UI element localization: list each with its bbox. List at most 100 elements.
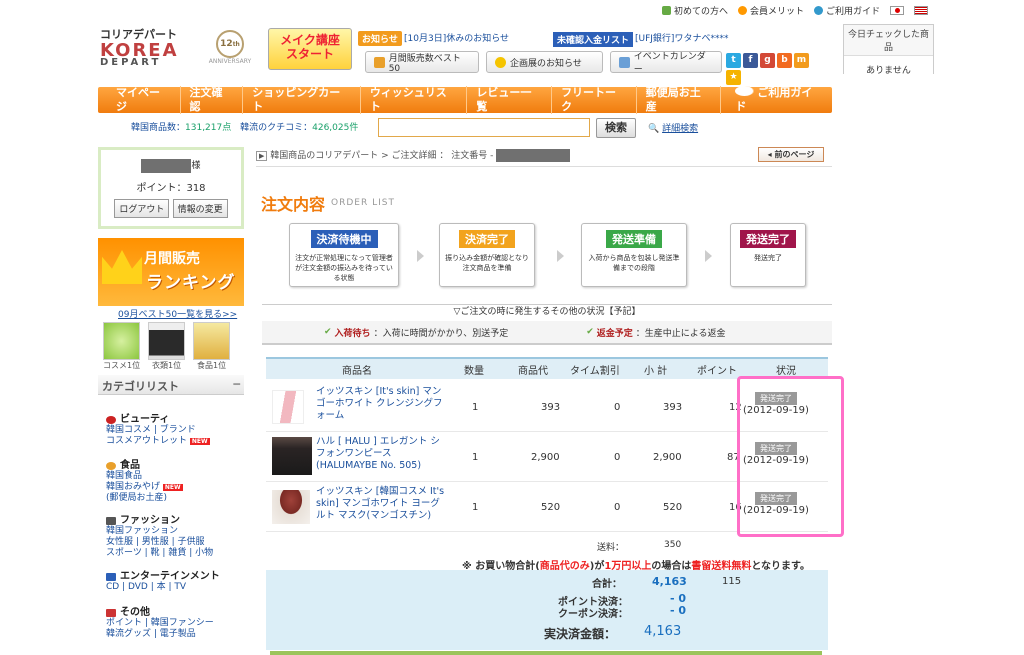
thumb-cosme[interactable]: コスメ1位 xyxy=(103,322,140,371)
step-arrow xyxy=(705,250,712,262)
other-status-header: ▽ご注文の時に発生するその他の状況【予記】 xyxy=(262,304,832,320)
new-badge: NEW xyxy=(189,438,210,445)
nav-mypage[interactable]: マイページ xyxy=(98,86,181,114)
divider xyxy=(256,166,832,167)
blog-icon[interactable]: b xyxy=(777,53,792,68)
status-highlight-box xyxy=(737,376,844,537)
guide-link[interactable]: ご利用ガイド xyxy=(813,4,880,17)
member-merit-link[interactable]: 会員メリット xyxy=(737,4,804,17)
food-icon xyxy=(106,461,116,470)
redacted-order-number xyxy=(496,149,571,162)
product-image[interactable] xyxy=(272,490,310,524)
product-link[interactable]: ハル [ HALU ] エレガント シフォンワンピース (HALUMAYBE N… xyxy=(316,436,446,472)
step-arrow xyxy=(557,250,564,262)
calendar-icon xyxy=(619,56,630,68)
nav-wishlist[interactable]: ウィッシュリスト xyxy=(361,86,468,114)
main-nav: マイページ 注文確認 ショッピングカート ウィッシュリスト レビュー一覧 フリー… xyxy=(98,86,832,114)
step-awaiting-payment: 決済待機中 注文が正常処理になって管理者が注文金額の振込みを待っている状態 xyxy=(289,223,399,287)
ranking-thumbs: コスメ1位 衣類1位 食品1位 xyxy=(103,322,231,371)
unconfirmed-tag: 未確認入金リスト xyxy=(553,32,634,47)
exhibition-button[interactable]: 企画展のお知らせ xyxy=(486,51,603,73)
edit-info-button[interactable]: 情報の変更 xyxy=(172,198,228,218)
check-icon: ✔ xyxy=(586,327,594,337)
other-status-bar: ✔ 入荷待ち ：入荷に時間がかかり、別送予定 ✔ 返金予定 ：生産中止による返金 xyxy=(262,321,832,345)
googleplus-icon[interactable]: g xyxy=(760,53,775,68)
favorite-star-icon[interactable]: ★ xyxy=(726,70,741,85)
star-icon xyxy=(495,56,506,68)
nav-reviews[interactable]: レビュー一覧 xyxy=(467,86,553,114)
product-image[interactable] xyxy=(272,437,312,475)
japan-flag-icon[interactable] xyxy=(890,6,904,15)
ranking-icon xyxy=(374,56,385,68)
gift-icon xyxy=(106,608,116,617)
category-fashion: ファッション 韓国ファッション 女性服 | 男性服 | 子供服 スポーツ | 靴… xyxy=(106,515,214,558)
search-input[interactable] xyxy=(378,118,590,137)
nav-guide[interactable]: ご利用ガイド xyxy=(721,86,832,114)
breadcrumb: ▶ 韓国商品のコリアデパート > ご注文詳細 ： 注文番号 - xyxy=(256,148,571,162)
anniversary-badge: 12th ANNIVERSARY xyxy=(206,30,254,70)
makeup-course-banner[interactable]: メイク講座 スタート xyxy=(268,28,352,70)
twitter-icon[interactable]: t xyxy=(726,53,741,68)
divider xyxy=(270,651,822,655)
product-link[interactable]: イッツスキン [It's skin] マンゴーホワイト クレンジングフォーム xyxy=(316,386,446,422)
event-calendar-button[interactable]: イベントカレンダー xyxy=(610,51,722,75)
check-icon: ✔ xyxy=(324,327,332,337)
best50-link[interactable]: 09月ベスト50一覧を見る>> xyxy=(118,307,237,320)
music-icon xyxy=(106,572,116,581)
first-time-link[interactable]: 初めての方へ xyxy=(661,4,728,17)
logout-button[interactable]: ログアウト xyxy=(114,198,170,218)
recent-empty: ありません xyxy=(844,56,933,89)
mixi-icon[interactable]: m xyxy=(794,53,809,68)
category-food: 食品 韓国食品 韓国おみやげ NEW (郵便局お土産) xyxy=(106,460,183,503)
totals-box: 合計： 4,163 115 ポイント決済： - 0 クーポン決済： - 0 実決… xyxy=(266,570,828,650)
notice-tag: お知らせ xyxy=(358,31,402,46)
recent-title: 今日チェックした商品 xyxy=(844,25,933,56)
prev-page-button[interactable]: ◂ 前のページ xyxy=(758,147,824,162)
advanced-search-link[interactable]: 🔍 詳細検索 xyxy=(648,121,698,134)
redacted-name xyxy=(141,158,192,173)
thumb-food[interactable]: 食品1位 xyxy=(193,322,231,371)
category-beauty: ビューティ 韓国コスメ | ブランド コスメアウトレット NEW xyxy=(106,414,210,446)
recently-viewed: 今日チェックした商品 ありません xyxy=(843,24,934,89)
site-stats: 韓国商品数：131,217点 韓流のクチコミ：426,025件 xyxy=(131,123,359,133)
step-ship-prep: 発送準備 入荷から商品を包装し発送準備までの段階 xyxy=(581,223,687,287)
category-header: カテゴリリスト ━ xyxy=(98,375,244,395)
nav-post-office[interactable]: 郵便局お土産 xyxy=(637,86,722,114)
unconfirmed-link[interactable]: [UFJ銀行]ワタナベ**** xyxy=(635,31,728,44)
nav-free-talk[interactable]: フリートーク xyxy=(552,86,637,114)
guide-icon xyxy=(813,6,823,15)
user-points: ポイント：318 xyxy=(136,182,206,194)
beginner-icon xyxy=(661,6,671,15)
shipping-value: 350 xyxy=(664,540,682,550)
page-title: 注文内容 xyxy=(261,195,326,214)
info-icon xyxy=(735,86,755,96)
category-entertainment: エンターテインメント CD | DVD | 本 | TV xyxy=(106,571,220,592)
lips-icon xyxy=(106,415,116,424)
facebook-icon[interactable]: f xyxy=(743,53,758,68)
thumb-clothes[interactable]: 衣類1位 xyxy=(148,322,186,371)
ranking-banner[interactable]: 月間販売 ランキング xyxy=(98,238,244,306)
monthly-best-button[interactable]: 月間販売数ベスト50 xyxy=(365,51,479,74)
social-links: t f g b m ★ xyxy=(726,53,818,85)
page-subtitle: ORDER LIST xyxy=(331,198,395,208)
search-button[interactable]: 検索 xyxy=(596,118,636,138)
user-name: 様 xyxy=(101,158,241,173)
step-arrow xyxy=(417,250,424,262)
step-payment-done: 決済完了 振り込み金額が確認となり注文商品を準備 xyxy=(439,223,535,287)
utility-links: 初めての方へ 会員メリット ご利用ガイド xyxy=(661,4,928,17)
user-box: 様 ポイント：318 ログアウト 情報の変更 xyxy=(98,147,244,229)
product-link[interactable]: イッツスキン [韓国コスメ It's skin] マンゴホワイト ヨーグルト マ… xyxy=(316,486,446,522)
category-other: その他 ポイント | 韓国ファンシー 韓流グッズ | 電子製品 xyxy=(106,607,214,639)
us-flag-icon[interactable] xyxy=(914,6,928,15)
hanger-icon xyxy=(106,516,116,525)
notice-link[interactable]: [10月3日]休みのお知らせ xyxy=(404,31,509,44)
nav-cart[interactable]: ショッピングカート xyxy=(243,86,361,114)
step-shipped: 発送完了 発送完了 xyxy=(730,223,806,287)
member-icon xyxy=(737,6,747,15)
product-image[interactable] xyxy=(272,390,304,424)
final-amount: 4,163 xyxy=(644,624,682,639)
nav-order-check[interactable]: 注文確認 xyxy=(181,86,244,114)
shipping-label: 送料： xyxy=(597,543,625,553)
new-badge: NEW xyxy=(162,484,183,491)
crown-icon xyxy=(102,250,142,284)
